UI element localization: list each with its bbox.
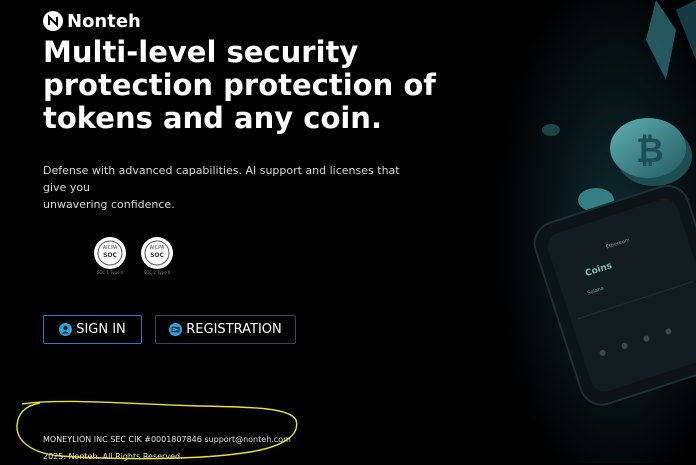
phone-coin-illustration: ₿ Coins Ethereum Solana: [496, 0, 696, 463]
footer: MONEYLION INC SEC CIK #0001807846 suppor…: [43, 431, 291, 465]
subtitle-line: Defense with advanced capabilities. AI s…: [43, 164, 400, 194]
svg-text:AICPA: AICPA: [103, 245, 118, 251]
sign-in-label: SIGN IN: [76, 322, 126, 337]
registration-label: REGISTRATION: [186, 322, 282, 337]
user-icon: [59, 323, 73, 336]
id-card-icon: [169, 323, 183, 336]
svg-text:SOC: SOC: [103, 252, 117, 259]
brand-name: Nonteh: [67, 10, 141, 32]
badge-caption: SOC 2 Type II: [143, 270, 171, 275]
brand-logo[interactable]: Nonteh: [43, 10, 141, 32]
hero-subtitle: Defense with advanced capabilities. AI s…: [43, 162, 423, 213]
headline-line: tokens and any coin.: [43, 101, 382, 135]
headline-line: protection protection of: [43, 68, 436, 102]
aicpa-soc-icon: AICPA SOC: [141, 237, 173, 269]
soc1-badge: AICPA SOC SOC 1 Type II: [93, 236, 127, 276]
svg-text:SOC: SOC: [150, 252, 164, 259]
aicpa-soc-icon: AICPA SOC: [94, 237, 126, 269]
svg-text:₿: ₿: [636, 131, 664, 171]
svg-text:AICPA: AICPA: [150, 245, 165, 251]
sign-in-button[interactable]: SIGN IN: [43, 315, 142, 344]
headline-line: Multi-level security: [43, 35, 359, 69]
hero-headline: Multi-level security protection protecti…: [43, 36, 443, 135]
footer-company-line: MONEYLION INC SEC CIK #0001807846 suppor…: [43, 435, 291, 444]
footer-rights-line: 2025. Nonteh. All Rights Reserved.: [43, 452, 183, 461]
subtitle-line: unwavering confidence.: [43, 198, 175, 211]
badge-caption: SOC 1 Type II: [96, 270, 124, 275]
registration-button[interactable]: REGISTRATION: [155, 315, 296, 344]
nonteh-logo-icon: [43, 11, 63, 31]
soc2-badge: AICPA SOC SOC 2 Type II: [140, 236, 174, 276]
